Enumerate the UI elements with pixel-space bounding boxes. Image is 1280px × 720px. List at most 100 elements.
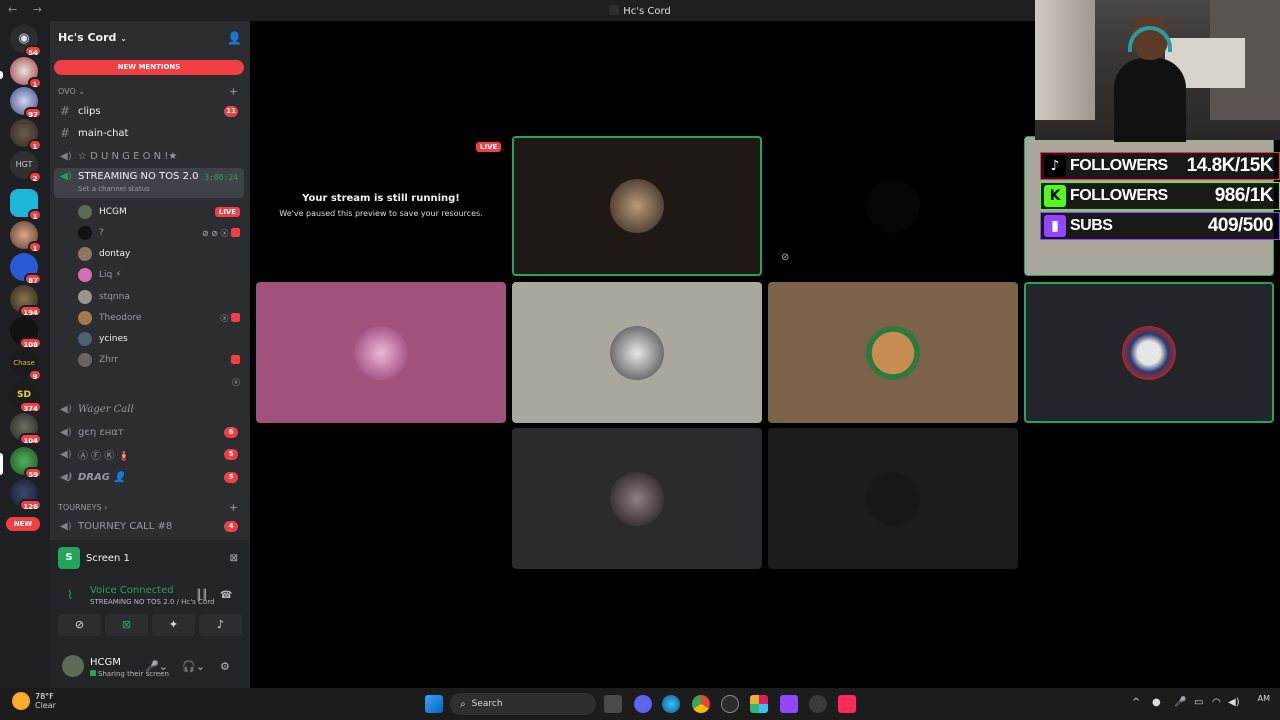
app-tray-icon[interactable]: ●	[1152, 697, 1161, 708]
badge: 87	[24, 273, 42, 285]
chrome-icon[interactable]	[692, 695, 710, 713]
display-icon[interactable]: ▭	[1194, 697, 1203, 708]
tiktok-app-icon[interactable]	[838, 695, 856, 713]
channel-status[interactable]: Set a channel status	[78, 185, 150, 193]
slack-icon[interactable]	[750, 695, 768, 713]
server-icon[interactable]: 126	[10, 479, 42, 511]
channel-afk[interactable]: ◀) Ⓐ Ⓕ Ⓚ 🧯 5	[54, 444, 244, 464]
chevron-up-icon[interactable]: ^	[1132, 697, 1140, 708]
wifi-icon[interactable]: ◠	[1212, 697, 1221, 708]
channel-main-chat[interactable]: # main-chat	[54, 123, 244, 143]
screen-share-icon[interactable]: ⊠	[105, 614, 148, 636]
volume-icon[interactable]: ◀)	[1228, 697, 1240, 708]
twitch-app-icon[interactable]	[780, 695, 798, 713]
server-icon[interactable]: 97	[10, 87, 42, 119]
new-mentions-bar[interactable]: NEW MENTIONS	[54, 60, 244, 75]
server-icon[interactable]: Chase 9	[10, 349, 42, 381]
avatar	[78, 332, 92, 346]
hash-icon: #	[60, 126, 71, 140]
avatar	[866, 179, 920, 233]
video-tile[interactable]	[512, 136, 762, 276]
discord-icon[interactable]	[634, 695, 652, 713]
channel-clips[interactable]: # clips 11	[54, 101, 244, 121]
server-icon[interactable]: 1	[10, 221, 42, 253]
voice-user[interactable]: Liq ⚡	[78, 265, 244, 285]
video-tile[interactable]	[256, 282, 506, 423]
voice-connected-label[interactable]: Voice Connected	[90, 585, 174, 596]
media-player-icon[interactable]	[721, 695, 739, 713]
voice-user[interactable]: HCGM LIVE	[78, 202, 244, 222]
avatar	[78, 205, 92, 219]
home-button[interactable]: ◉ 54	[10, 25, 42, 57]
task-view-icon[interactable]	[604, 695, 622, 713]
voice-user[interactable]: dontay	[78, 244, 244, 264]
user-name: dontay	[99, 249, 131, 259]
voice-user[interactable]: ycines	[78, 329, 244, 349]
noise-suppression-icon[interactable]: ║║	[196, 590, 208, 601]
voice-user[interactable]: stqnna	[78, 287, 244, 307]
channel-tourney-call[interactable]: ◀) TOURNEY CALL #8 4	[54, 516, 244, 536]
video-tile[interactable]	[512, 282, 762, 423]
activities-icon[interactable]: ✦	[152, 614, 195, 636]
close-icon[interactable]: ⊠	[230, 553, 238, 564]
category-tourneys[interactable]: TOURNEYS ›	[58, 503, 107, 512]
server-icon[interactable]: 1	[10, 189, 42, 221]
soundboard-icon[interactable]: ♪	[199, 614, 242, 636]
server-icon[interactable]: 108	[10, 317, 42, 349]
weather-widget[interactable]: 78°F Clear	[12, 692, 56, 710]
channel-dungeon[interactable]: ◀) ☆ D U N G E O N !★	[54, 146, 244, 166]
category-ovo[interactable]: OVO ⌄	[58, 87, 85, 96]
avatar[interactable]	[62, 655, 84, 677]
channel-label: ☆ D U N G E O N !★	[78, 150, 178, 162]
headphones-icon[interactable]: 🎧⌄	[182, 660, 205, 673]
hide-video-icon[interactable]: ⊘	[781, 252, 789, 263]
mic-icon[interactable]: 🎤⌄	[145, 660, 168, 673]
paused-subtitle: We've paused this preview to save your r…	[279, 209, 483, 218]
channel-wager-call[interactable]: ◀) Wager Call	[54, 399, 244, 419]
server-name-dropdown[interactable]: Hc's Cord ⌄	[58, 31, 127, 44]
server-icon[interactable]: SD 374	[10, 381, 42, 413]
video-tile[interactable]	[1024, 282, 1274, 423]
add-user-icon[interactable]: 👤	[227, 31, 242, 45]
server-icon[interactable]: 87	[10, 253, 42, 285]
channel-drag[interactable]: ◀) DRAG 👤 5	[54, 467, 244, 487]
badge: 97	[24, 107, 42, 119]
video-tile[interactable]	[768, 428, 1018, 569]
camera-off-icon[interactable]: ⊘	[58, 614, 101, 636]
start-icon[interactable]	[425, 695, 443, 713]
server-icon[interactable]: 104	[10, 413, 42, 445]
video-tile[interactable]	[768, 282, 1018, 423]
disconnect-icon[interactable]: ☎	[220, 590, 232, 601]
user-name[interactable]: HCGM	[90, 657, 121, 668]
edge-icon[interactable]	[662, 695, 680, 713]
avatar	[78, 311, 92, 325]
clock[interactable]: AM	[1258, 694, 1270, 703]
server-icon[interactable]: 194	[10, 285, 42, 317]
gear-icon[interactable]: ⚙	[220, 660, 230, 673]
server-icon[interactable]: 1	[10, 119, 42, 151]
new-badge[interactable]: NEW	[6, 517, 40, 531]
screen-share-row[interactable]: S Screen 1 ⊠	[58, 546, 242, 570]
server-icon[interactable]: 59	[10, 447, 42, 479]
channel-label: DRAG 👤	[78, 471, 126, 483]
server-icon[interactable]: HGT 2	[10, 151, 42, 183]
server-icon[interactable]: 1	[10, 57, 42, 89]
voice-user[interactable]: Zhrr	[78, 350, 244, 370]
obs-icon[interactable]	[809, 695, 827, 713]
channel-streaming-active[interactable]: ◀) STREAMING NO TOS 2.0 Set a channel sta…	[54, 168, 244, 198]
video-tile[interactable]	[768, 136, 1018, 276]
channel-gen-chat[interactable]: ◀) ցєη εнαт 6	[54, 422, 244, 442]
speaker-icon: ◀)	[60, 520, 72, 532]
add-channel-icon[interactable]: +	[229, 501, 238, 514]
badge: 54	[24, 45, 42, 57]
mic-tray-icon[interactable]: 🎤	[1174, 697, 1186, 708]
add-channel-icon[interactable]: +	[229, 85, 238, 98]
video-tile[interactable]	[512, 428, 762, 569]
speaker-icon: ◀)	[60, 403, 72, 415]
badge: 1	[28, 209, 42, 221]
search-box[interactable]: ⌕ Search	[450, 693, 596, 715]
twitch-icon: ▮	[1044, 215, 1066, 237]
voice-user[interactable]: Theodore ⓧ	[78, 308, 244, 328]
voice-user[interactable]: ? ⊘ ⊘ ⓧ	[78, 223, 244, 243]
signal-icon[interactable]: ⌇	[67, 588, 73, 602]
